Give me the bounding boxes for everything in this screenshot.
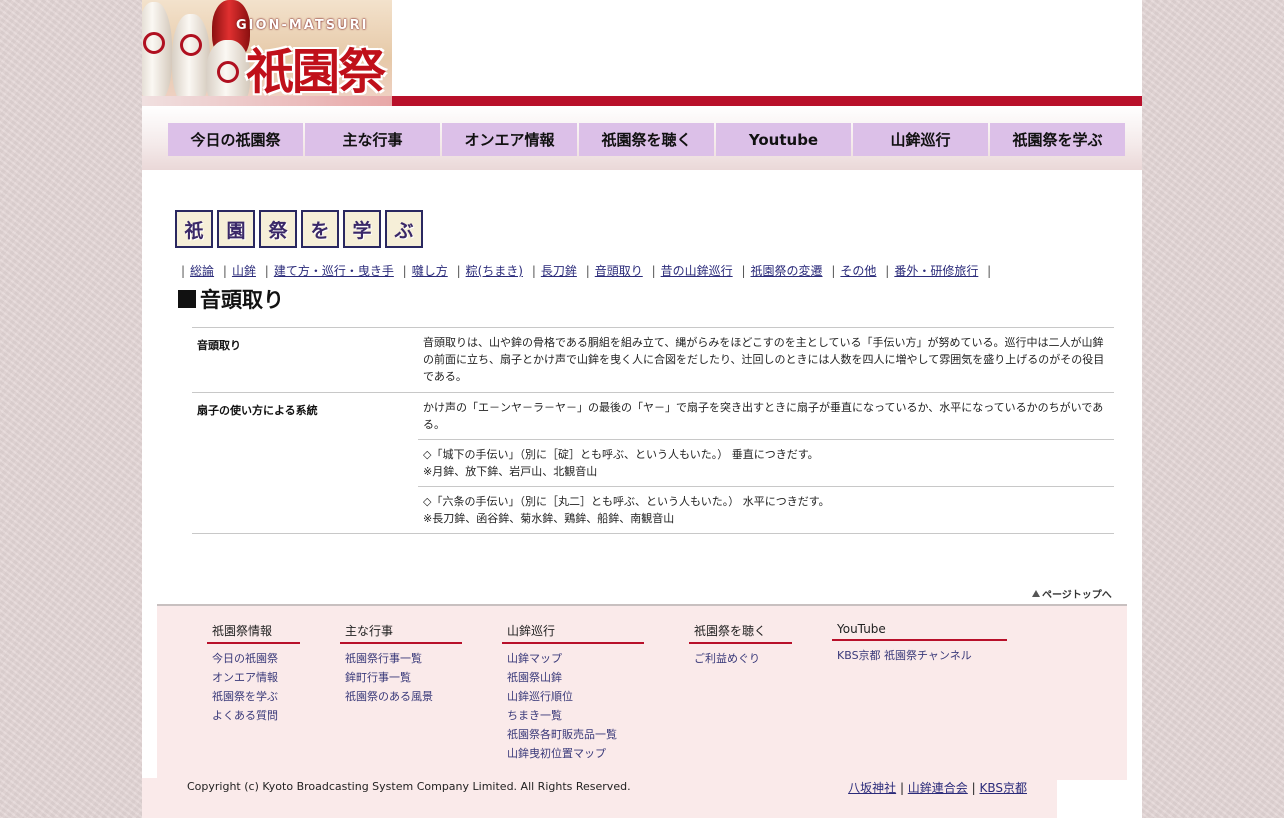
footer-column-listen: 祇園祭を聴く ご利益めぐり xyxy=(689,620,792,668)
footer-external-links: 八坂神社 | 山鉾連合会 | KBS京都 xyxy=(848,781,1027,795)
copyright-text: Copyright (c) Kyoto Broadcasting System … xyxy=(187,780,631,793)
row-text: かけ声の「エ－ンヤ－ラ－ヤ－」の最後の「ヤ－」で扇子を突き出すときに扇子が垂直に… xyxy=(423,401,1104,431)
title-tile: を xyxy=(301,210,339,248)
footer-column-events: 主な行事 祇園祭行事一覧 鉾町行事一覧 祇園祭のある風景 xyxy=(340,620,462,706)
title-tile: ぶ xyxy=(385,210,423,248)
page-top-link[interactable]: ページトップへ xyxy=(1032,586,1112,601)
title-tile: 学 xyxy=(343,210,381,248)
page: GION-MATSURI 祇園祭 今日の祇園祭 主な行事 オンエア情報 祇園祭を… xyxy=(142,0,1142,818)
sub-nav: | 総論 | 山鉾 | 建て方・巡行・曳き手 | 囃し方 | 粽(ちまき) | 長刀鉾 | 音… xyxy=(181,264,992,278)
footer-link[interactable]: よくある質問 xyxy=(212,706,300,725)
header-red-bar xyxy=(392,96,1142,106)
footer-link[interactable]: オンエア情報 xyxy=(212,668,300,687)
subnav-link-extra[interactable]: 番外・研修旅行 xyxy=(894,264,978,278)
title-tile: 園 xyxy=(217,210,255,248)
footer-link[interactable]: 祇園祭を学ぶ xyxy=(212,687,300,706)
footer-link[interactable]: 山鉾マップ xyxy=(507,649,644,668)
nav-item-onair[interactable]: オンエア情報 xyxy=(442,123,577,156)
nav-item-learn[interactable]: 祇園祭を学ぶ xyxy=(990,123,1125,156)
row-text: 音頭取りは、山や鉾の骨格である胴組を組み立て、縄がらみをほどこすのを主としている… xyxy=(423,336,1105,383)
nav-item-procession[interactable]: 山鉾巡行 xyxy=(853,123,988,156)
footer-column-heading: 祇園祭情報 xyxy=(207,620,300,644)
subnav-link-history[interactable]: 祇園祭の変遷 xyxy=(751,264,823,278)
title-tile: 祭 xyxy=(259,210,297,248)
site-logo[interactable]: GION-MATSURI 祇園祭 xyxy=(142,0,392,106)
footer-link[interactable]: KBS京都 祇園祭チャンネル xyxy=(837,646,1007,665)
row-label: 扇子の使い方による系統 xyxy=(197,404,318,417)
link-kbs-kyoto[interactable]: KBS京都 xyxy=(979,781,1027,795)
table-row: 扇子の使い方による系統 かけ声の「エ－ンヤ－ラ－ヤ－」の最後の「ヤ－」で扇子を突… xyxy=(192,393,1114,534)
subnav-link-hayashi[interactable]: 囃し方 xyxy=(412,264,448,278)
subnav-link-old-procession[interactable]: 昔の山鉾巡行 xyxy=(661,264,733,278)
row-label: 音頭取り xyxy=(197,339,241,352)
content-table: 音頭取り 音頭取りは、山や鉾の骨格である胴組を組み立て、縄がらみをほどこすのを主… xyxy=(192,327,1114,534)
joka-style-cell: ◇「城下の手伝い」（別に［碇］とも呼ぶ、という人もいた。） 垂直につきだす。 ※… xyxy=(418,439,1114,486)
link-yamahoko-association[interactable]: 山鉾連合会 xyxy=(908,781,968,795)
footer-column-heading: 山鉾巡行 xyxy=(502,620,644,644)
footer-link[interactable]: 祇園祭行事一覧 xyxy=(345,649,462,668)
footer-link[interactable]: 山鉾曳初位置マップ xyxy=(507,744,644,763)
footer-link[interactable]: 鉾町行事一覧 xyxy=(345,668,462,687)
footer-column-youtube: YouTube KBS京都 祇園祭チャンネル xyxy=(832,620,1007,665)
subnav-link-construction[interactable]: 建て方・巡行・曳き手 xyxy=(274,264,394,278)
copyright-bar: Copyright (c) Kyoto Broadcasting System … xyxy=(142,778,1057,818)
nav-item-listen[interactable]: 祇園祭を聴く xyxy=(579,123,714,156)
nav-item-events[interactable]: 主な行事 xyxy=(305,123,440,156)
page-top-label: ページトップへ xyxy=(1042,590,1112,601)
logo-japanese-text: 祇園祭 xyxy=(246,44,386,100)
main-nav: 今日の祇園祭 主な行事 オンエア情報 祇園祭を聴く Youtube 山鉾巡行 祇… xyxy=(142,106,1142,170)
footer-link[interactable]: 今日の祇園祭 xyxy=(212,649,300,668)
link-yasaka-shrine[interactable]: 八坂神社 xyxy=(848,781,896,795)
header-fade-bar xyxy=(142,96,392,106)
footer: 祇園祭情報 今日の祇園祭 オンエア情報 祇園祭を学ぶ よくある質問 主な行事 祇… xyxy=(157,604,1127,780)
footer-column-heading: 祇園祭を聴く xyxy=(689,620,792,644)
subnav-link-naginata[interactable]: 長刀鉾 xyxy=(541,264,577,278)
subnav-link-other[interactable]: その他 xyxy=(840,264,876,278)
subnav-link-chimaki[interactable]: 粽(ちまき) xyxy=(466,264,523,278)
footer-column-info: 祇園祭情報 今日の祇園祭 オンエア情報 祇園祭を学ぶ よくある質問 xyxy=(207,620,300,725)
footer-link[interactable]: 祇園祭山鉾 xyxy=(507,668,644,687)
square-bullet-icon xyxy=(178,290,196,308)
footer-column-heading: YouTube xyxy=(832,620,1007,641)
joka-style-floats: ※月鉾、放下鉾、岩戸山、北観音山 xyxy=(423,465,598,478)
rokujo-style-floats: ※長刀鉾、函谷鉾、菊水鉾、鶏鉾、船鉾、南観音山 xyxy=(423,512,675,525)
nav-item-today[interactable]: 今日の祇園祭 xyxy=(168,123,303,156)
title-tile: 祇 xyxy=(175,210,213,248)
page-title: 祇 園 祭 を 学 ぶ xyxy=(175,210,427,248)
rokujo-style-description: ◇「六条の手伝い」（別に［丸二］とも呼ぶ、という人もいた。） 水平につきだす。 xyxy=(423,495,830,508)
footer-link[interactable]: 祇園祭のある風景 xyxy=(345,687,462,706)
footer-link[interactable]: ちまき一覧 xyxy=(507,706,644,725)
nav-item-youtube[interactable]: Youtube xyxy=(716,123,851,156)
lantern-decoration xyxy=(172,14,210,106)
logo-english-text: GION-MATSURI xyxy=(236,18,369,33)
footer-link[interactable]: 祇園祭各町販売品一覧 xyxy=(507,725,644,744)
lantern-decoration xyxy=(142,2,172,102)
subnav-link-overview[interactable]: 総論 xyxy=(190,264,214,278)
subnav-link-ondotori[interactable]: 音頭取り xyxy=(595,264,643,278)
section-heading: 音頭取り xyxy=(178,284,284,314)
section-heading-text: 音頭取り xyxy=(200,287,284,312)
footer-link[interactable]: ご利益めぐり xyxy=(694,649,792,668)
footer-column-procession: 山鉾巡行 山鉾マップ 祇園祭山鉾 山鉾巡行順位 ちまき一覧 祇園祭各町販売品一覧… xyxy=(502,620,644,763)
footer-link[interactable]: 山鉾巡行順位 xyxy=(507,687,644,706)
joka-style-description: ◇「城下の手伝い」（別に［碇］とも呼ぶ、という人もいた。） 垂直につきだす。 xyxy=(423,448,819,461)
rokujo-style-cell: ◇「六条の手伝い」（別に［丸二］とも呼ぶ、という人もいた。） 水平につきだす。 … xyxy=(418,486,1114,533)
footer-column-heading: 主な行事 xyxy=(340,620,462,644)
table-row: 音頭取り 音頭取りは、山や鉾の骨格である胴組を組み立て、縄がらみをほどこすのを主… xyxy=(192,328,1114,393)
up-arrow-icon xyxy=(1032,590,1040,597)
subnav-link-yamahoko[interactable]: 山鉾 xyxy=(232,264,256,278)
